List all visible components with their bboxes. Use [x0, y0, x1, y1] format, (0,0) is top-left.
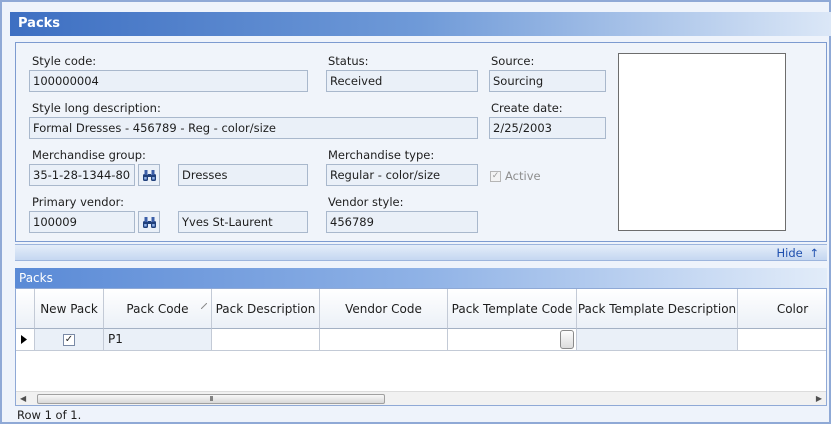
primary-vendor-name-field[interactable]: Yves St-Laurent: [178, 211, 308, 233]
hide-link-label: Hide: [776, 246, 803, 260]
column-header-pack-description[interactable]: Pack Description: [212, 289, 320, 329]
active-label: Active: [505, 169, 541, 183]
merchandise-group-name-field[interactable]: Dresses: [178, 164, 308, 186]
sort-indicator-icon: [201, 303, 207, 309]
style-long-description-label: Style long description:: [32, 101, 161, 115]
vendor-style-field[interactable]: 456789: [326, 211, 478, 233]
merchandise-group-code-field[interactable]: 35-1-28-1344-80: [29, 164, 135, 186]
pack-template-description-cell[interactable]: [577, 329, 738, 351]
window-title: Packs: [10, 12, 831, 36]
style-code-field[interactable]: 100000004: [29, 70, 308, 92]
check-icon: ✓: [490, 170, 501, 182]
column-header-color[interactable]: Color: [738, 289, 826, 329]
hide-details-link[interactable]: Hide ↑: [776, 246, 819, 260]
arrow-up-icon: ↑: [809, 246, 819, 260]
style-long-description-field[interactable]: Formal Dresses - 456789 - Reg - color/si…: [29, 117, 478, 139]
packs-window: Packs Style code: 100000004 Status: Rece…: [0, 0, 831, 424]
merchandise-type-label: Merchandise type:: [328, 148, 435, 162]
scroll-grip-icon: III: [209, 395, 213, 403]
column-header-pack-template-description[interactable]: Pack Template Description: [577, 289, 738, 329]
status-label: Status:: [328, 54, 369, 68]
scroll-thumb[interactable]: III: [37, 394, 385, 404]
column-header-vendor-code[interactable]: Vendor Code: [320, 289, 448, 329]
scroll-right-arrow-icon[interactable]: ▶: [816, 394, 822, 403]
row-selector[interactable]: [16, 329, 35, 351]
style-details-panel: Style code: 100000004 Status: Received S…: [15, 42, 827, 242]
status-field[interactable]: Received: [326, 70, 478, 92]
packs-grid-title: Packs: [15, 268, 827, 288]
pack-description-cell[interactable]: [212, 329, 320, 351]
checkbox-checked-icon[interactable]: ✓: [63, 333, 75, 346]
style-image-box: [618, 53, 786, 231]
create-date-label: Create date:: [491, 101, 563, 115]
primary-vendor-label: Primary vendor:: [32, 195, 124, 209]
scroll-left-arrow-icon[interactable]: ◀: [20, 394, 26, 403]
details-collapse-bar: Hide ↑: [15, 244, 827, 261]
vendor-style-label: Vendor style:: [328, 195, 404, 209]
status-bar: Row 1 of 1.: [17, 408, 82, 422]
pack-code-header-label: Pack Code: [126, 301, 189, 316]
pack-template-code-cell[interactable]: [448, 329, 577, 351]
column-header-pack-template-code[interactable]: Pack Template Code: [448, 289, 577, 329]
column-header-new-pack[interactable]: New Pack: [35, 289, 104, 329]
ellipsis-button[interactable]: [560, 330, 574, 349]
vendor-code-cell[interactable]: [320, 329, 448, 351]
primary-vendor-lookup-button[interactable]: [138, 211, 160, 233]
merchandise-group-label: Merchandise group:: [32, 148, 146, 162]
horizontal-scrollbar[interactable]: ◀ III ▶: [16, 391, 826, 405]
source-field[interactable]: Sourcing: [489, 70, 606, 92]
column-header-pack-code[interactable]: Pack Code: [104, 289, 212, 329]
active-checkbox[interactable]: ✓ Active: [490, 169, 541, 183]
merchandise-group-lookup-button[interactable]: [138, 164, 160, 186]
merchandise-type-field[interactable]: Regular - color/size: [326, 164, 478, 186]
color-cell[interactable]: [738, 329, 826, 351]
binoculars-icon: [142, 169, 156, 181]
primary-vendor-code-field[interactable]: 100009: [29, 211, 135, 233]
row-header-corner: [16, 289, 35, 329]
create-date-field[interactable]: 2/25/2003: [489, 117, 606, 139]
packs-grid: New Pack Pack Code Pack Description Vend…: [15, 288, 827, 406]
binoculars-icon: [142, 216, 156, 228]
source-label: Source:: [491, 54, 535, 68]
new-pack-cell[interactable]: ✓: [35, 329, 104, 351]
style-code-label: Style code:: [32, 54, 97, 68]
pack-code-cell[interactable]: P1: [104, 329, 212, 351]
triangle-right-icon: [21, 335, 27, 344]
